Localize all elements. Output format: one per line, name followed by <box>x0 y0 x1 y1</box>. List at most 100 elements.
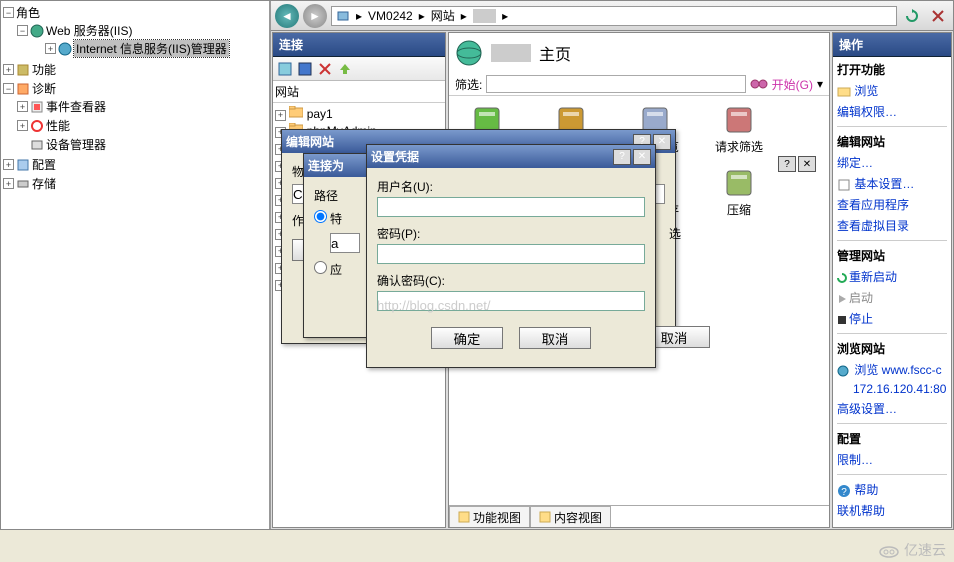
branding-text: 亿速云 <box>904 540 946 560</box>
restart-icon <box>837 273 847 283</box>
close-button-3[interactable]: ✕ <box>798 156 816 172</box>
breadcrumb[interactable]: ▸ VM0242 ▸ 网站 ▸ ▸ <box>331 6 897 26</box>
folder-icon <box>289 106 303 118</box>
password-label: 密码(P): <box>377 227 420 241</box>
help-button-3[interactable]: ? <box>778 156 796 172</box>
nav-forward-button[interactable]: ► <box>303 4 327 28</box>
action-browse[interactable]: 浏览 <box>854 84 878 98</box>
manage-site-header: 管理网站 <box>837 247 947 264</box>
confirm-password-input[interactable] <box>377 291 645 311</box>
feature-icon-label: 压缩 <box>727 201 751 218</box>
bc-node2[interactable]: 网站 <box>431 7 455 24</box>
action-help[interactable]: 帮助 <box>854 483 878 497</box>
cloud-icon <box>878 542 900 558</box>
performance-icon <box>30 119 44 133</box>
content-view-icon <box>539 511 551 523</box>
edit-site-header: 编辑网站 <box>837 133 947 150</box>
action-view-apps[interactable]: 查看应用程序 <box>837 196 947 213</box>
start-filter-button[interactable]: 开始(G) <box>772 76 813 93</box>
server-manager-tree[interactable]: − 角色 − Web 服务器(IIS) + Internet 信息服务(IIS)… <box>1 1 271 529</box>
close-cred-button[interactable]: ✕ <box>633 149 651 165</box>
tree-features[interactable]: 功能 <box>32 61 56 78</box>
confirm-label: 确认密码(C): <box>377 274 445 288</box>
expander-config[interactable]: + <box>3 159 14 170</box>
tree-iis-server[interactable]: Web 服务器(IIS) <box>46 22 132 39</box>
nav-back-button[interactable]: ◄ <box>275 4 299 28</box>
config-header: 配置 <box>837 430 947 447</box>
refresh-button[interactable] <box>901 5 923 27</box>
play-icon <box>837 294 847 304</box>
site-folder-label: pay1 <box>307 107 333 121</box>
expander-iis[interactable]: − <box>17 25 28 36</box>
cancel-button[interactable]: 取消 <box>519 327 591 349</box>
expander-event[interactable]: + <box>17 101 28 112</box>
feature-icon-item[interactable]: 压缩 <box>709 167 769 218</box>
expander-storage[interactable]: + <box>3 178 14 189</box>
action-view-vdir[interactable]: 查看虚拟目录 <box>837 217 947 234</box>
save-icon[interactable] <box>297 61 313 77</box>
expander-iis-mgr[interactable]: + <box>45 43 56 54</box>
device-manager-icon <box>30 138 44 152</box>
username-label: 用户名(U): <box>377 180 433 194</box>
action-basic-settings[interactable]: 基本设置… <box>854 177 914 191</box>
radio-app-label: 应 <box>330 263 342 277</box>
stop-icon <box>837 315 847 325</box>
action-advanced[interactable]: 高级设置… <box>837 400 947 417</box>
tree-storage[interactable]: 存储 <box>32 175 56 192</box>
settings-doc-icon <box>837 179 851 191</box>
path-label: 路径 <box>314 189 338 203</box>
up-level-icon[interactable] <box>337 61 353 77</box>
set-credentials-dialog: 设置凭据 ? ✕ 用户名(U): 密码(P): 确认密码(C): http://… <box>366 144 656 368</box>
iis-manager-icon <box>58 42 72 56</box>
connections-header: 连接 <box>273 33 445 57</box>
action-restart[interactable]: 重新启动 <box>849 270 897 284</box>
action-start: 启动 <box>849 291 873 305</box>
tree-device-manager[interactable]: 设备管理器 <box>46 136 106 153</box>
cred-dialog-title: 设置凭据 <box>371 148 611 165</box>
action-edit-perm[interactable]: 编辑权限… <box>837 103 947 120</box>
expander-features[interactable]: + <box>3 64 14 75</box>
expander-perf[interactable]: + <box>17 120 28 131</box>
server-icon <box>336 9 350 23</box>
browse-site-icon <box>837 365 851 377</box>
help-cred-button[interactable]: ? <box>613 149 631 165</box>
page-title: 主页 <box>449 33 829 73</box>
content-view-tab[interactable]: 内容视图 <box>530 506 611 527</box>
action-browse-url[interactable]: 浏览 www.fscc-c <box>854 363 941 377</box>
tree-performance[interactable]: 性能 <box>46 117 70 134</box>
tree-iis-manager[interactable]: Internet 信息服务(IIS)管理器 <box>74 40 229 57</box>
expander-diag[interactable]: − <box>3 83 14 94</box>
tree-role[interactable]: 角色 <box>16 4 40 21</box>
radio-app-user[interactable] <box>314 261 327 274</box>
filter-input[interactable] <box>486 75 745 93</box>
expander-site[interactable]: + <box>275 110 286 121</box>
action-open-feature[interactable]: 打开功能 <box>837 61 947 78</box>
action-stop[interactable]: 停止 <box>849 312 873 326</box>
branding: 亿速云 <box>878 540 946 560</box>
storage-icon <box>16 177 30 191</box>
specific-user-input[interactable] <box>330 233 360 253</box>
feature-view-tab[interactable]: 功能视图 <box>449 506 530 527</box>
connections-toolbar <box>273 57 445 81</box>
expander-role[interactable]: − <box>3 7 14 18</box>
site-folder-item[interactable]: + pay1 <box>275 105 443 122</box>
tree-configuration[interactable]: 配置 <box>32 156 56 173</box>
explore-icon <box>837 86 851 98</box>
binoculars-icon[interactable] <box>750 76 768 92</box>
action-browse-ip[interactable]: 172.16.120.41:80 <box>837 382 947 396</box>
connect-icon[interactable] <box>277 61 293 77</box>
username-input[interactable] <box>377 197 645 217</box>
tree-diagnostics[interactable]: 诊断 <box>32 80 56 97</box>
password-input[interactable] <box>377 244 645 264</box>
action-bindings[interactable]: 绑定… <box>837 154 947 171</box>
feature-icon-item[interactable]: 请求筛选 <box>709 104 769 155</box>
site-globe-icon <box>455 39 483 67</box>
ok-button[interactable]: 确定 <box>431 327 503 349</box>
stop-nav-button[interactable] <box>927 5 949 27</box>
bc-node1[interactable]: VM0242 <box>368 9 413 23</box>
tree-event-viewer[interactable]: 事件查看器 <box>46 98 106 115</box>
delete-conn-icon[interactable] <box>317 61 333 77</box>
action-limits[interactable]: 限制… <box>837 451 947 468</box>
action-online-help[interactable]: 联机帮助 <box>837 502 947 519</box>
radio-specific-user[interactable] <box>314 210 327 223</box>
